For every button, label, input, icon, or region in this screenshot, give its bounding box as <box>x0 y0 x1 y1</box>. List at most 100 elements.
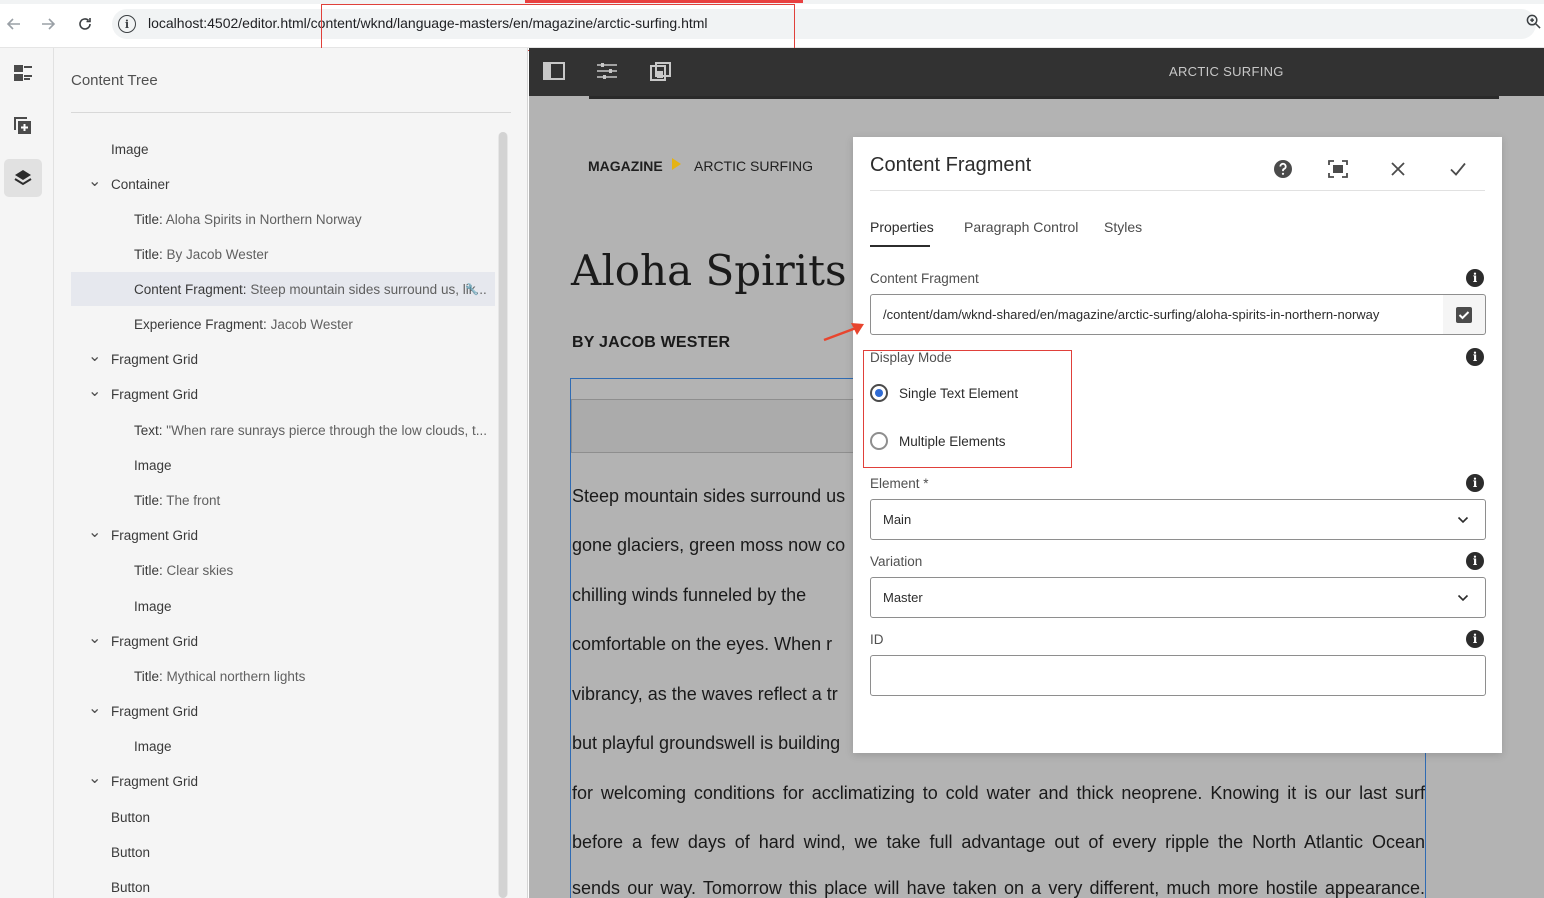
annotation-arrow-icon <box>823 323 864 342</box>
page-list-icon[interactable] <box>4 54 42 92</box>
add-component-icon[interactable] <box>4 107 42 145</box>
tree-item[interactable]: ⌄ Fragment Grid <box>71 518 495 552</box>
tree-item[interactable]: ⌄ Container <box>71 167 495 201</box>
done-checkmark-icon[interactable] <box>1446 157 1470 181</box>
tree-item[interactable]: Text: "When rare sunrays pierce through … <box>71 413 495 447</box>
tree-item-type: Image <box>111 141 149 157</box>
tree-item[interactable]: Content Fragment: Steep mountain sides s… <box>71 272 495 306</box>
variation-select[interactable]: Master <box>870 577 1486 618</box>
chevron-down-icon[interactable]: ⌄ <box>88 171 101 191</box>
tree-item[interactable]: ⌄ Fragment Grid <box>71 624 495 658</box>
tree-item-detail: Steep mountain sides surround us, lik... <box>250 281 487 297</box>
tree-item-type: Experience Fragment: <box>134 316 267 332</box>
article-body-line: before a few days of hard wind, we take … <box>572 832 1425 852</box>
tree-item-label: Fragment Grid <box>111 634 198 649</box>
tree-item-detail: The front <box>166 492 221 508</box>
tree-item[interactable]: Title: Mythical northern lights <box>71 659 495 693</box>
tree-item-label: Button <box>111 845 150 860</box>
content-tree-title: Content Tree <box>71 72 158 89</box>
chevron-down-icon[interactable]: ⌄ <box>88 522 101 542</box>
tree-item[interactable]: Image <box>71 729 495 763</box>
article-body-line: vibrancy, as the waves reflect a tr <box>572 684 838 704</box>
breadcrumb-magazine[interactable]: MAGAZINE <box>588 158 663 174</box>
article-body-line: but playful groundswell is building <box>572 733 841 753</box>
info-icon[interactable]: i <box>1466 630 1484 648</box>
tree-item[interactable]: Title: By Jacob Wester <box>71 237 495 271</box>
select-checkbox-icon <box>1456 306 1472 323</box>
tree-item-detail: By Jacob Wester <box>166 246 269 262</box>
active-tab-indicator <box>525 0 803 3</box>
url-annotation-box <box>321 4 795 51</box>
tree-item-label: Fragment Grid <box>111 352 198 367</box>
tree-item-type: Container <box>111 176 170 192</box>
layers-icon[interactable] <box>4 159 42 197</box>
help-icon[interactable] <box>1271 157 1295 181</box>
tree-item-type: Title: <box>134 668 163 684</box>
tree-item[interactable]: ⌄ Fragment Grid <box>71 694 495 728</box>
wrench-icon[interactable]: 🔧 <box>465 283 479 296</box>
id-input[interactable] <box>870 655 1486 696</box>
tree-item[interactable]: ⌄ Fragment Grid <box>71 342 495 376</box>
active-tab-indicator <box>870 245 930 247</box>
tab-styles[interactable]: Styles <box>1104 219 1142 235</box>
breadcrumb-arrow-icon <box>672 158 681 170</box>
tree-item-label: Fragment Grid <box>111 774 198 789</box>
tree-item-type: Fragment Grid <box>111 773 199 789</box>
element-select[interactable]: Main <box>870 499 1486 540</box>
tree-item-type: Title: <box>134 492 163 508</box>
tree-item[interactable]: Image <box>71 448 495 482</box>
tree-item[interactable]: Image <box>71 132 495 166</box>
tree-item-label: Title: Clear skies <box>134 563 233 578</box>
side-rail <box>0 48 54 898</box>
tree-item-detail: "When rare sunrays pierce through the lo… <box>166 422 487 438</box>
info-icon[interactable]: i <box>1466 348 1484 366</box>
forward-arrow-icon[interactable] <box>36 12 60 36</box>
tree-item-label: Image <box>134 458 172 473</box>
tree-item[interactable]: Title: Clear skies <box>71 553 495 587</box>
info-icon[interactable]: i <box>1466 552 1484 570</box>
tree-item-label: Text: "When rare sunrays pierce through … <box>134 423 487 438</box>
tree-item-type: Image <box>134 738 172 754</box>
tab-paragraph-control[interactable]: Paragraph Control <box>964 219 1078 235</box>
tree-scrollbar[interactable] <box>498 132 508 898</box>
tree-item[interactable]: Button <box>71 870 495 898</box>
info-icon[interactable]: i <box>1466 269 1484 287</box>
close-icon[interactable] <box>1386 157 1410 181</box>
article-title[interactable]: Aloha Spirits in <box>571 246 900 295</box>
tree-item[interactable]: Title: The front <box>71 483 495 517</box>
zoom-icon[interactable] <box>1526 14 1541 33</box>
site-info-icon[interactable]: i <box>118 15 136 33</box>
tree-item[interactable]: Image <box>71 589 495 623</box>
content-fragment-label: Content Fragment <box>870 271 979 286</box>
tree-item[interactable]: ⌄ Fragment Grid <box>71 764 495 798</box>
path-picker-button[interactable] <box>1443 294 1486 335</box>
reload-icon[interactable] <box>73 12 97 36</box>
tree-item[interactable]: Button <box>71 800 495 834</box>
info-icon[interactable]: i <box>1466 474 1484 492</box>
tree-scrollbar-thumb[interactable] <box>499 132 507 898</box>
back-arrow-icon[interactable] <box>2 12 26 36</box>
tree-item[interactable]: Experience Fragment: Jacob Wester <box>71 307 495 341</box>
chevron-down-icon[interactable]: ⌄ <box>88 628 101 648</box>
page-properties-icon[interactable] <box>596 62 618 82</box>
tree-item[interactable]: Button <box>71 835 495 869</box>
chevron-down-icon[interactable]: ⌄ <box>88 346 101 366</box>
tab-properties[interactable]: Properties <box>870 219 934 235</box>
emulator-icon[interactable] <box>650 62 672 82</box>
chevron-down-icon[interactable]: ⌄ <box>88 381 101 401</box>
tree-item[interactable]: ⌄ Fragment Grid <box>71 377 495 411</box>
tree-item-detail: Jacob Wester <box>270 316 353 332</box>
toggle-side-panel-icon[interactable] <box>543 62 565 82</box>
tree-item-label: Title: The front <box>134 493 220 508</box>
tree-item-type: Text: <box>134 422 163 438</box>
variation-select-value: Master <box>883 590 923 605</box>
article-byline[interactable]: BY JACOB WESTER <box>572 334 730 352</box>
tree-item-type: Image <box>134 457 172 473</box>
content-fragment-path-input[interactable]: /content/dam/wknd-shared/en/magazine/arc… <box>870 294 1444 335</box>
tree-item-type: Fragment Grid <box>111 703 199 719</box>
tree-item[interactable]: Title: Aloha Spirits in Northern Norway <box>71 202 495 236</box>
fullscreen-icon[interactable] <box>1326 157 1350 181</box>
chevron-down-icon[interactable]: ⌄ <box>88 698 101 718</box>
display-mode-annotation-box <box>863 350 1072 468</box>
chevron-down-icon[interactable]: ⌄ <box>88 768 101 788</box>
